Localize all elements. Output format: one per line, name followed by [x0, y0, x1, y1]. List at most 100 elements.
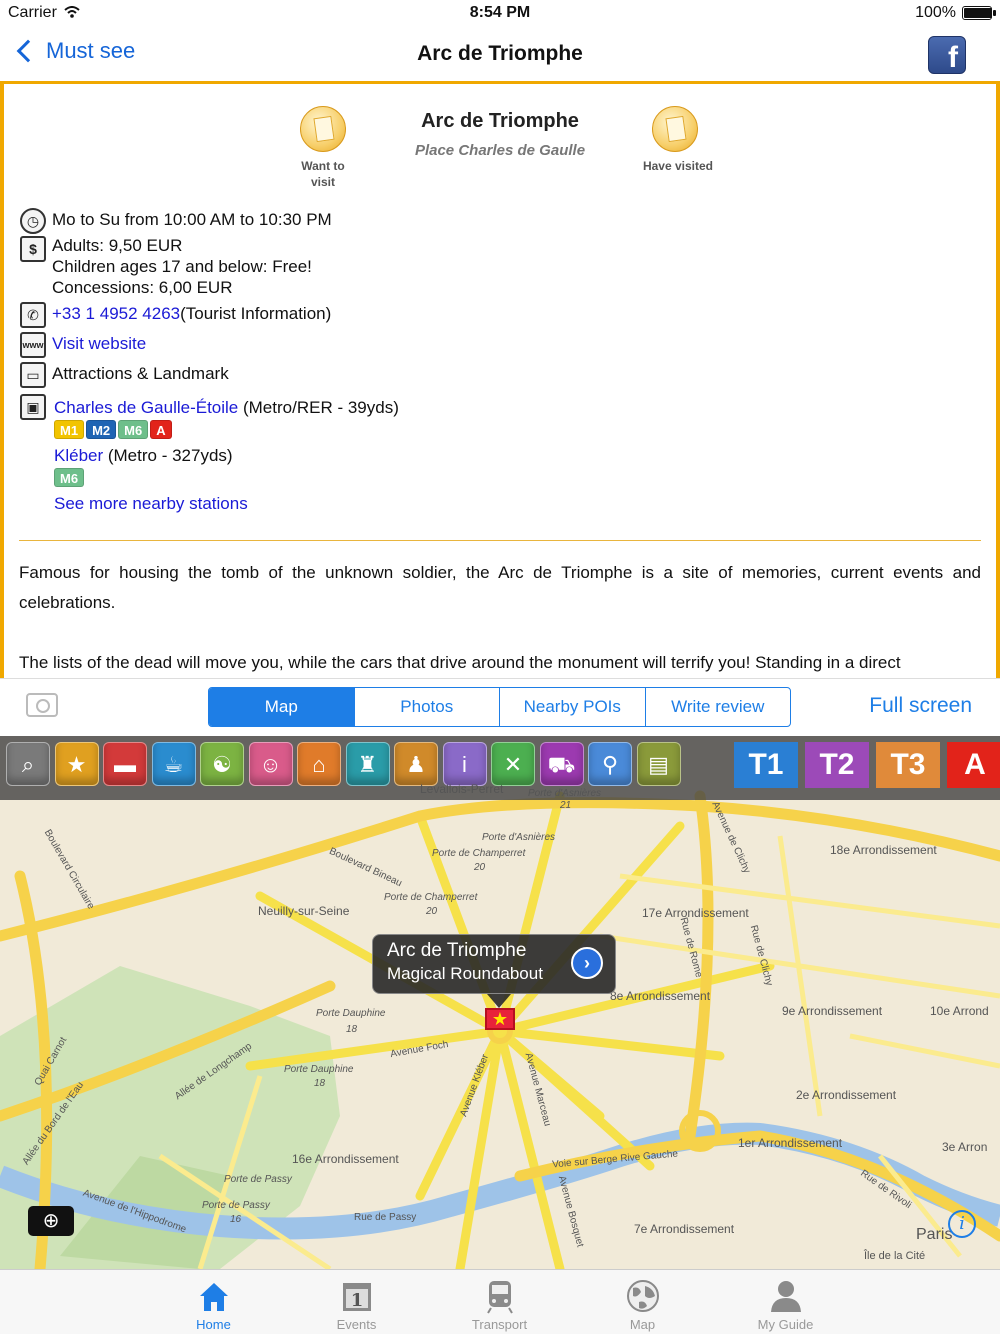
nightlife-icon[interactable]: ♜ — [345, 742, 390, 786]
callout-title: Arc de Triomphe — [387, 940, 527, 961]
theater-icon[interactable]: ☺ — [248, 742, 293, 786]
map-callout[interactable]: Arc de Triomphe Magical Roundabout › — [372, 934, 616, 994]
train-icon[interactable]: ▤ — [636, 742, 681, 786]
map-label: 20 — [474, 862, 486, 873]
svg-text:1: 1 — [350, 1290, 363, 1311]
info-icon[interactable]: i — [442, 742, 487, 786]
more-stations-link[interactable]: See more nearby stations — [54, 493, 248, 514]
map-label: 21 — [560, 800, 572, 811]
station-link[interactable]: Charles de Gaulle-Étoile — [54, 398, 238, 417]
tab-home[interactable]: Home — [142, 1270, 285, 1334]
price-children: Children ages 17 and below: Free! — [52, 257, 312, 276]
tab-write-review[interactable]: Write review — [646, 688, 791, 726]
line-filter-t3[interactable]: T3 — [876, 742, 940, 788]
map-label: Porte de Champerret — [432, 848, 526, 859]
hiking-icon[interactable]: ♟ — [394, 742, 438, 786]
museum-icon[interactable]: ⌂ — [297, 742, 341, 786]
tab-label: Home — [196, 1317, 231, 1332]
facebook-icon[interactable]: f — [928, 36, 966, 74]
tab-photos[interactable]: Photos — [355, 688, 500, 726]
want-to-visit-label: Want to visit — [301, 159, 345, 189]
clock-icon: ◷ — [20, 208, 46, 234]
star-pin-icon[interactable]: ★ — [485, 1008, 515, 1030]
cafe-icon[interactable]: ☕ — [151, 742, 196, 786]
have-visited-button[interactable]: Have visited — [643, 106, 713, 174]
map-label: Porte de Passy — [202, 1200, 270, 1211]
star-icon[interactable]: ★ — [54, 742, 99, 786]
price-adults: Adults: 9,50 EUR — [52, 236, 183, 255]
info-icon[interactable]: i — [948, 1210, 976, 1238]
home-icon — [199, 1283, 228, 1311]
shopping-icon[interactable]: ⛟ — [539, 742, 584, 786]
camera-icon[interactable] — [26, 693, 58, 717]
tab-map[interactable]: Map — [209, 688, 355, 726]
station-info: (Metro/RER - 39yds) — [238, 398, 399, 417]
map-label: Porte de Passy — [224, 1174, 292, 1185]
train-icon: ▣ — [20, 394, 46, 420]
description-paragraph: The lists of the dead will move you, whi… — [19, 653, 901, 672]
tab-map[interactable]: Map — [571, 1270, 714, 1334]
dollar-icon: $ — [20, 236, 46, 262]
restaurant-icon[interactable]: ✕ — [491, 742, 535, 786]
map-label: Neuilly-sur-Seine — [258, 904, 350, 918]
phone-note: (Tourist Information) — [180, 304, 332, 323]
yin-yang-icon[interactable]: ☯ — [200, 742, 244, 786]
tab-transport[interactable]: Transport — [428, 1270, 571, 1334]
opening-hours: Mo to Su from 10:00 AM to 10:30 PM — [52, 210, 332, 229]
map-view[interactable]: ⌕ ★ ▬ ☕ ☯ ☺ ⌂ ♜ ♟ i ✕ ⛟ ⚲ ▤ T1 T2 T3 A Levallois-Perret P… — [0, 736, 1000, 1269]
line-badge: A — [150, 420, 172, 439]
map-label: 16e Arrondissement — [292, 1152, 399, 1166]
map-label: 20 — [426, 906, 438, 917]
search-icon[interactable]: ⌕ — [6, 742, 50, 786]
map-label: Porte Dauphine — [284, 1064, 354, 1075]
page-title: Arc de Triomphe — [417, 42, 583, 65]
tab-label: Map — [629, 1317, 656, 1332]
poi-address: Place Charles de Gaulle — [414, 142, 586, 159]
battery-percent: 100% — [915, 4, 956, 21]
calendar-icon: 1 — [342, 1283, 371, 1311]
line-badge: M1 — [54, 420, 85, 439]
tab-my-guide[interactable]: My Guide — [714, 1270, 857, 1334]
map-label: 1er Arrondissement — [738, 1136, 843, 1150]
train-icon — [486, 1281, 513, 1314]
line-filter-t2[interactable]: T2 — [805, 742, 869, 788]
map-label: 10e Arrond — [930, 1004, 989, 1018]
globe-icon — [626, 1280, 659, 1312]
have-visited-label: Have visited — [642, 159, 714, 173]
tab-label: My Guide — [757, 1317, 814, 1332]
map-label: Porte de Champerret — [384, 892, 478, 903]
chevron-right-icon[interactable]: › — [571, 947, 603, 979]
phone-icon: ✆ — [20, 302, 46, 328]
category: Attractions & Landmark — [52, 364, 229, 383]
line-filter-t1[interactable]: T1 — [734, 742, 798, 788]
map-label: 18e Arrondissement — [830, 843, 937, 857]
map-label: Porte Dauphine — [316, 1008, 386, 1019]
check-note-icon — [652, 106, 698, 152]
website-link[interactable]: Visit website — [52, 333, 146, 354]
map-label: 2e Arrondissement — [796, 1088, 897, 1102]
tab-bar: Home 1 Events Transport Map My Guide — [0, 1269, 1000, 1334]
segmented-control: Map Photos Nearby POIs Write review — [208, 687, 791, 727]
hotel-icon[interactable]: ▬ — [103, 742, 147, 786]
map-label: 7e Arrondissement — [634, 1222, 735, 1236]
tab-label: Events — [336, 1317, 377, 1332]
divider — [19, 540, 981, 541]
map-label: 16 — [230, 1214, 242, 1225]
folder-icon: ▭ — [20, 362, 46, 388]
map-label: Levallois-Perret — [420, 782, 504, 796]
locate-me-icon[interactable]: ⊕ — [28, 1206, 74, 1236]
tab-nearby-pois[interactable]: Nearby POIs — [500, 688, 646, 726]
map-label: 8e Arrondissement — [610, 989, 711, 1003]
map-label: 18 — [314, 1078, 326, 1089]
callout-pointer — [487, 994, 511, 1008]
tab-events[interactable]: 1 Events — [285, 1270, 428, 1334]
pin-icon[interactable]: ⚲ — [588, 742, 632, 786]
map-label: Rue de Passy — [354, 1212, 417, 1223]
clock: 8:54 PM — [469, 4, 531, 21]
line-filter-a[interactable]: A — [947, 742, 1000, 788]
station-link[interactable]: Kléber — [54, 446, 103, 465]
phone-link[interactable]: +33 1 4952 4263 — [52, 304, 180, 323]
line-badge: M6 — [118, 420, 149, 439]
full-screen-button[interactable]: Full screen — [869, 694, 972, 718]
station-lines: M1 M2 M6 A — [54, 419, 174, 440]
